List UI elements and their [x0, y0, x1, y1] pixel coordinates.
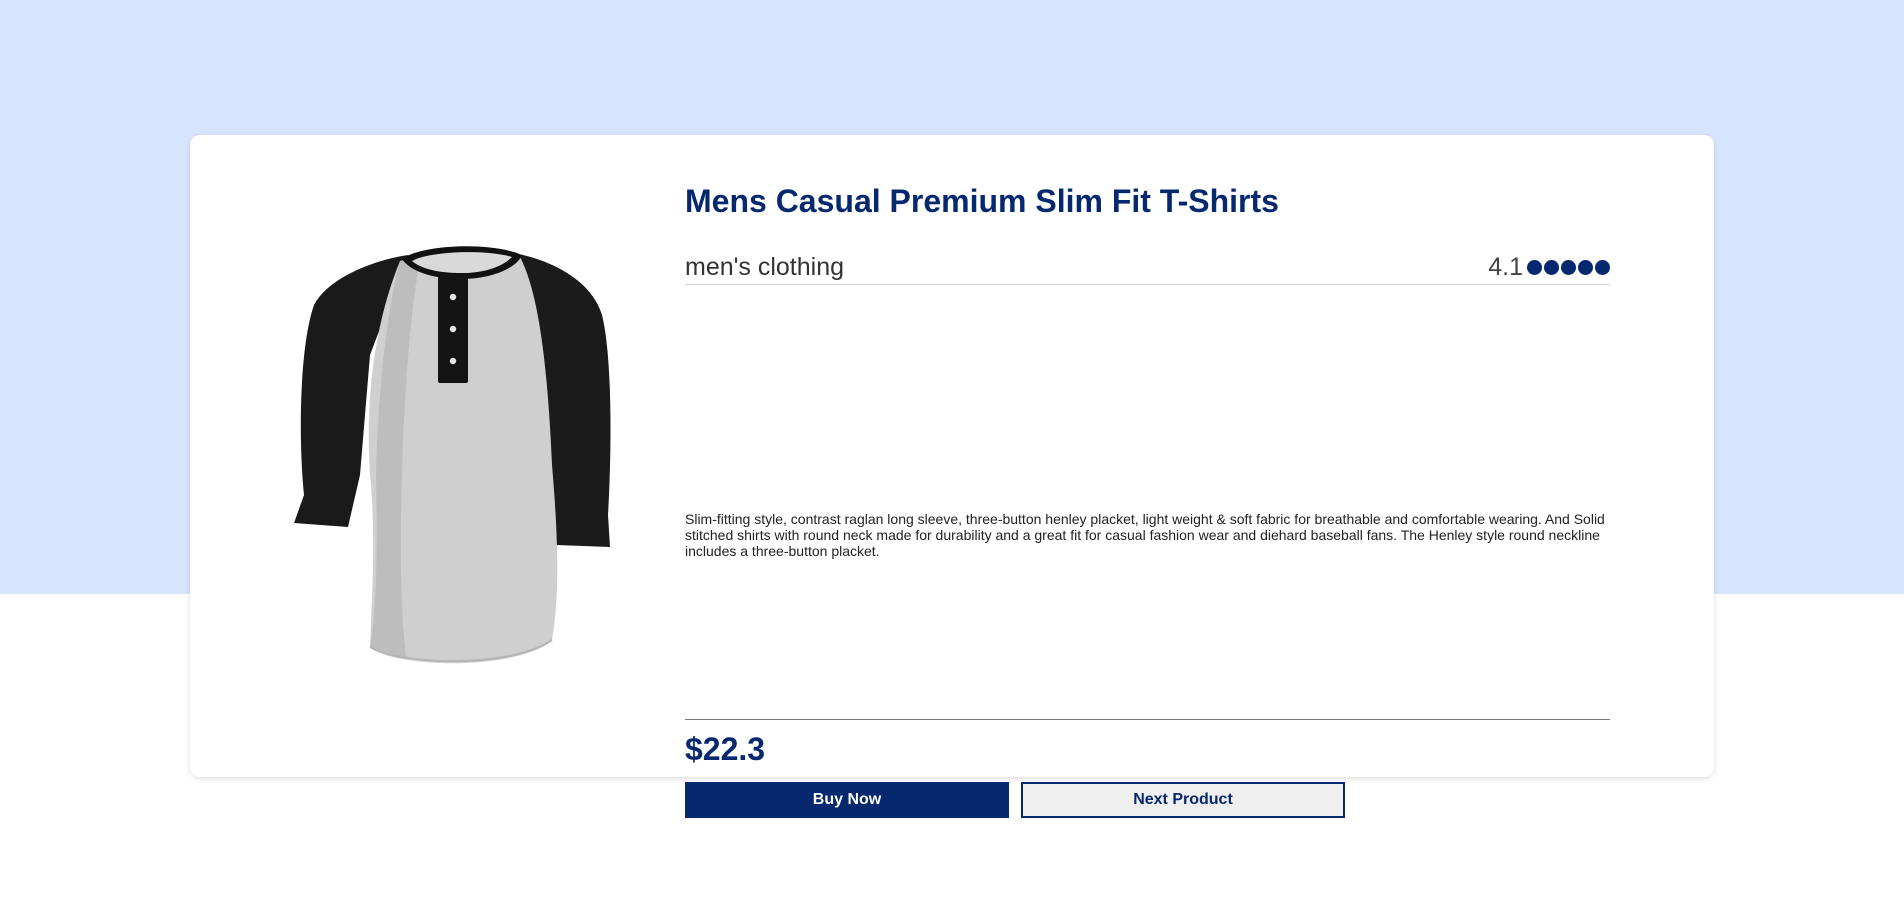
product-meta-row: men's clothing 4.1: [685, 251, 1610, 285]
rating-dot-icon: [1578, 259, 1593, 275]
henley-shirt-image: [294, 246, 611, 664]
rating-value: 4.1: [1488, 253, 1523, 281]
price-divider: [685, 719, 1610, 720]
product-category: men's clothing: [685, 253, 845, 281]
product-card: Mens Casual Premium Slim Fit T-Shirts me…: [190, 135, 1714, 818]
product-image: [290, 235, 630, 675]
rating-dot-icon: [1544, 259, 1559, 275]
rating-dot-icon: [1527, 259, 1542, 275]
buy-now-button[interactable]: Buy Now: [685, 782, 1009, 818]
rating-dots: [1525, 259, 1610, 275]
rating-dot-icon: [1595, 259, 1610, 275]
product-info: Mens Casual Premium Slim Fit T-Shirts me…: [685, 181, 1610, 818]
product-title: Mens Casual Premium Slim Fit T-Shirts: [685, 183, 1279, 219]
rating-dot-icon: [1561, 259, 1576, 275]
product-description: Slim-fitting style, contrast raglan long…: [685, 511, 1605, 559]
next-product-button[interactable]: Next Product: [1021, 782, 1345, 818]
product-price: $22.3: [685, 731, 766, 767]
product-rating: 4.1: [1488, 252, 1610, 282]
